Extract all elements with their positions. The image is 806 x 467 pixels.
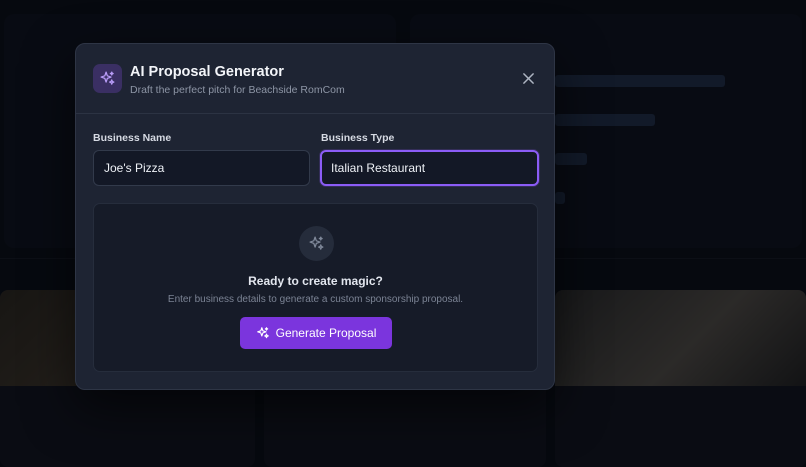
modal-title: AI Proposal Generator [130,64,284,80]
ai-proposal-modal: AI Proposal Generator Draft the perfect … [75,43,555,390]
close-icon[interactable] [520,70,536,86]
empty-state-title: Ready to create magic? [248,274,383,288]
sparkles-icon [256,326,270,340]
generate-proposal-button[interactable]: Generate Proposal [240,317,392,349]
empty-state-panel: Ready to create magic? Enter business de… [93,203,538,372]
sparkles-icon [93,64,122,93]
business-type-input[interactable] [320,150,539,186]
business-name-label: Business Name [93,132,172,144]
business-name-input[interactable] [93,150,310,186]
modal-subtitle: Draft the perfect pitch for Beachside Ro… [130,84,345,96]
business-type-label: Business Type [321,132,395,144]
sparkles-icon [299,226,334,261]
empty-state-description: Enter business details to generate a cus… [167,294,464,305]
generate-proposal-label: Generate Proposal [275,326,377,340]
modal-header: AI Proposal Generator Draft the perfect … [76,44,554,114]
